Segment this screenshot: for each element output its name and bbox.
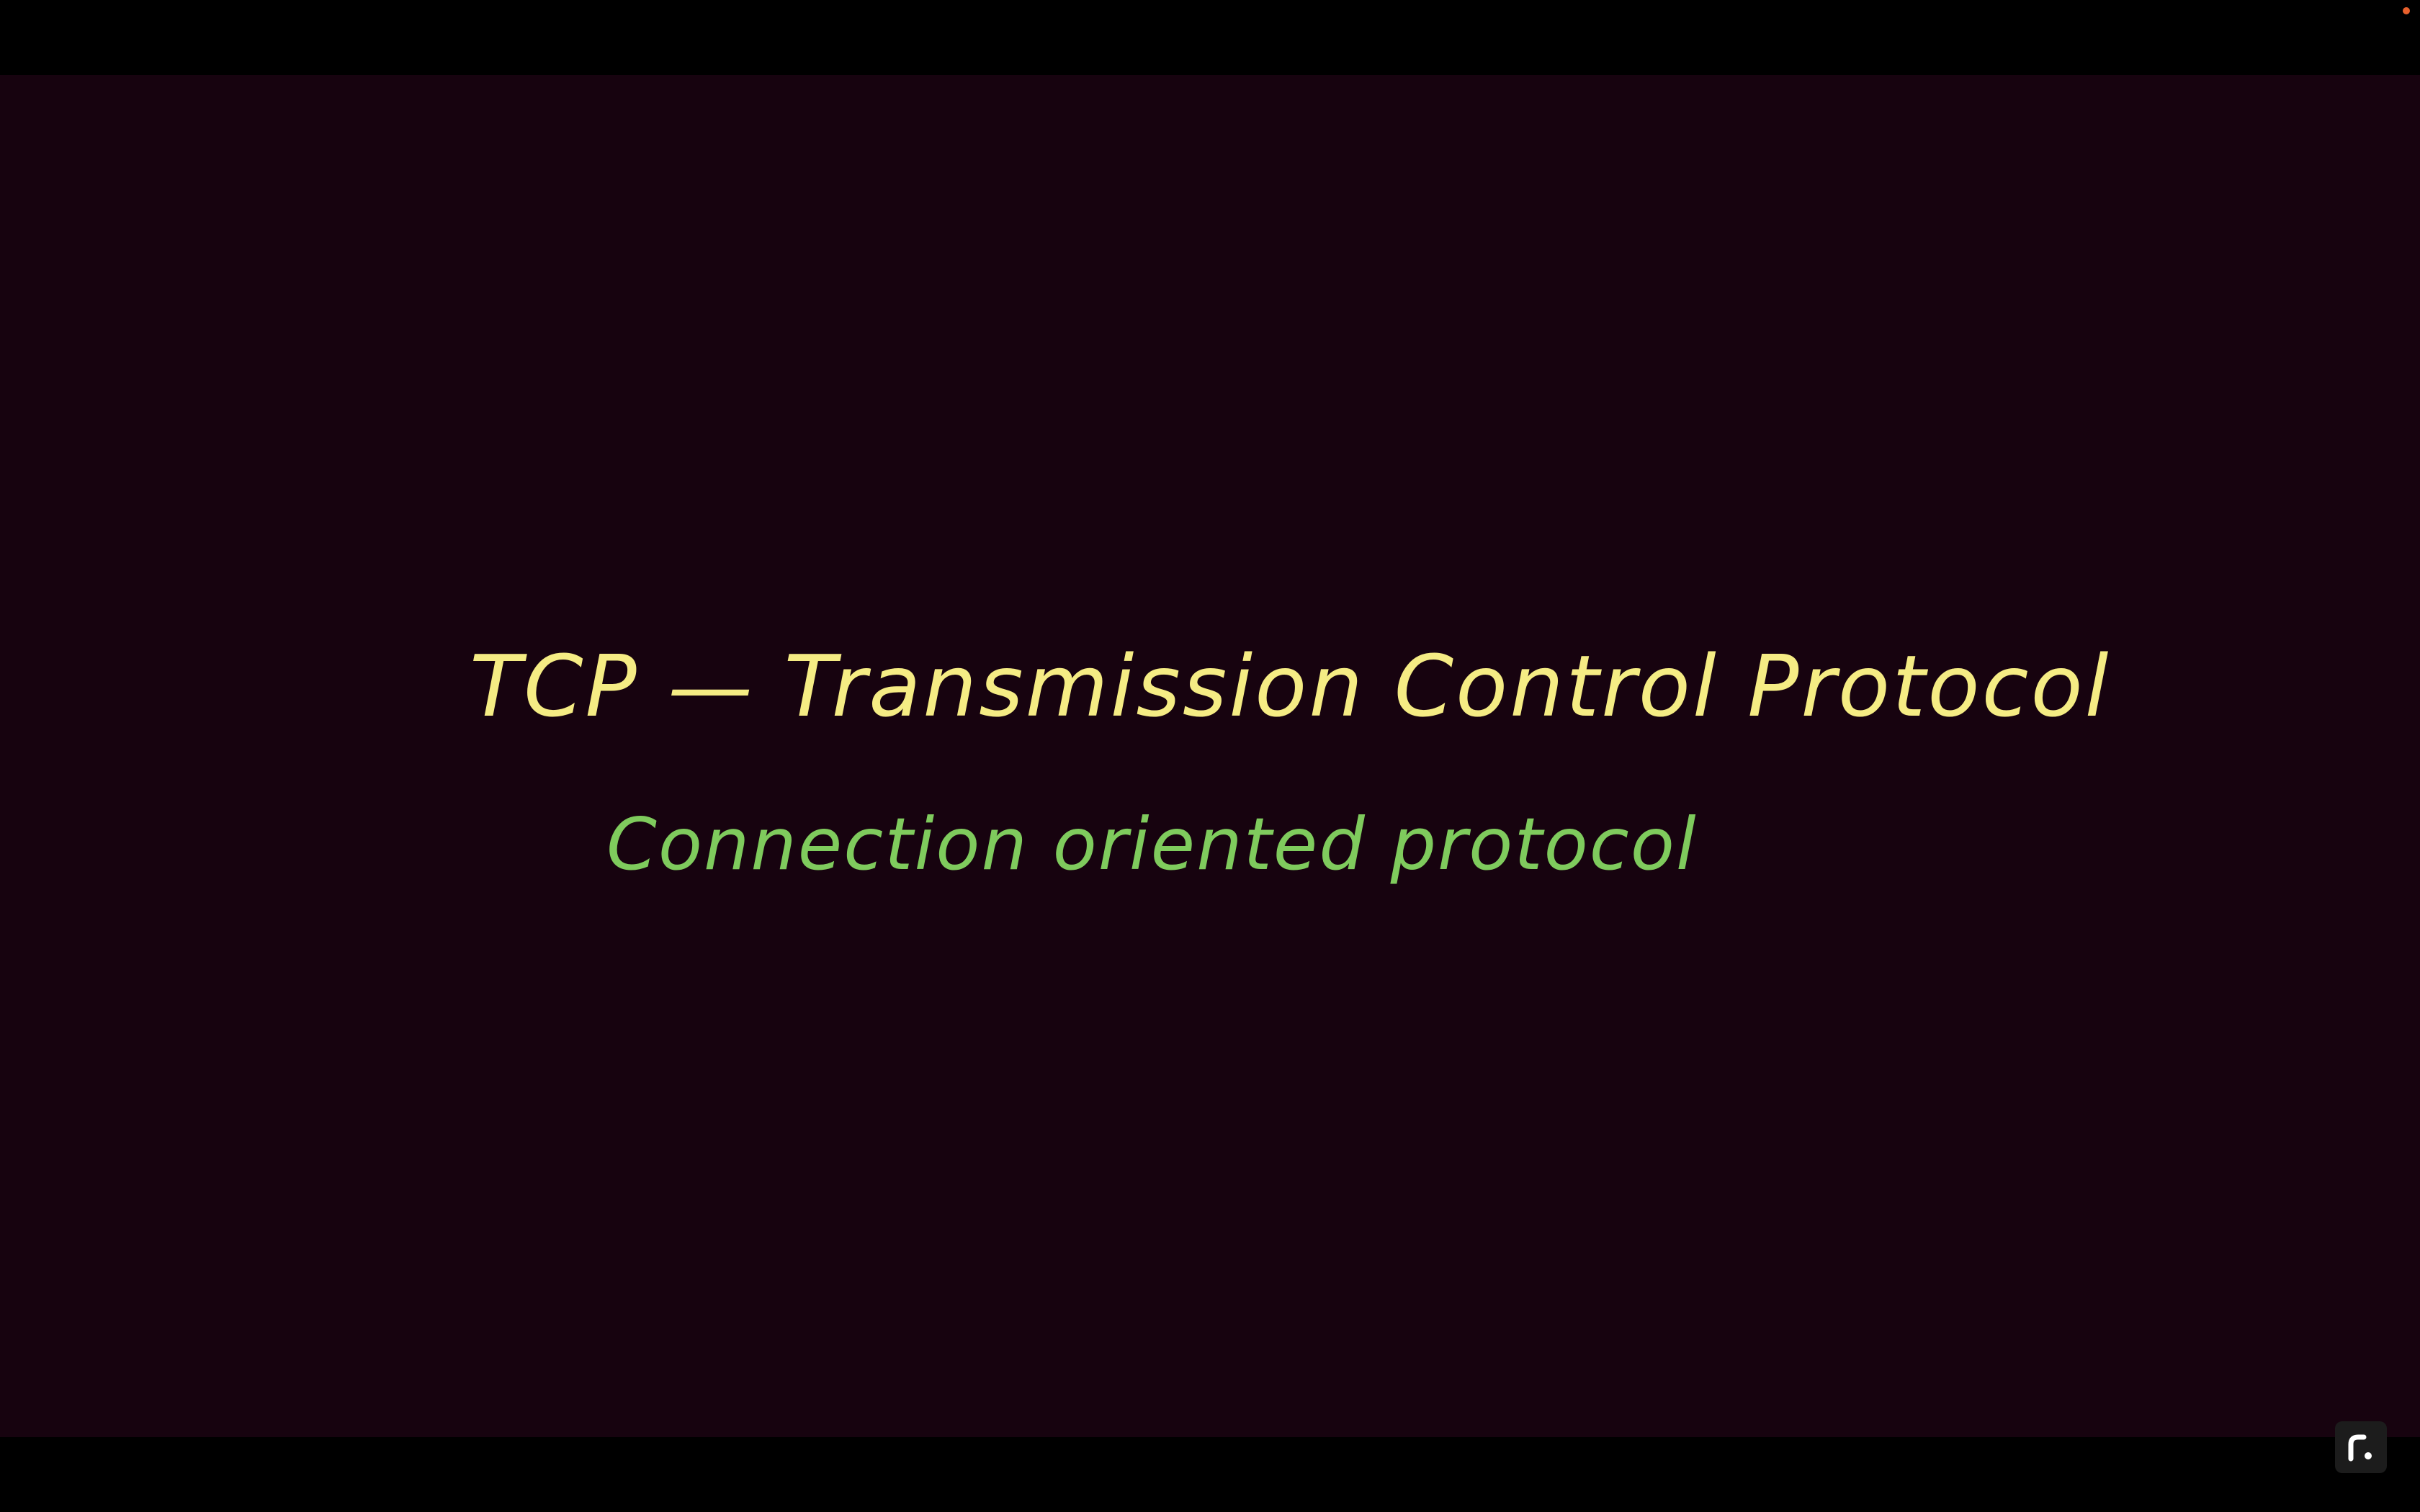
slide-title: TCP — Transmission Control Protocol (470, 636, 2111, 736)
slide-canvas: TCP — Transmission Control Protocol Conn… (0, 75, 2420, 1437)
slide-subtitle: Connection oriented protocol (606, 802, 1698, 886)
recording-dot-icon (2403, 7, 2410, 14)
bottom-bar (0, 1437, 2420, 1512)
app-logo-icon[interactable] (2335, 1421, 2387, 1473)
top-bar (0, 0, 2420, 75)
